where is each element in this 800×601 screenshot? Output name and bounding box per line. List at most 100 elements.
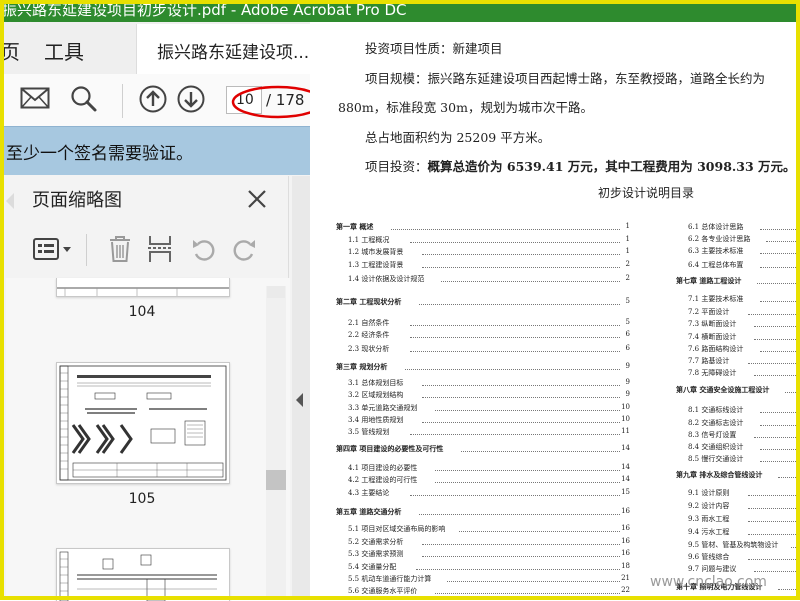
toc-section-row[interactable]: 2.1 自然条件 5 [348, 318, 630, 328]
toc-section-row[interactable]: 6.1 总体设计思路 [688, 222, 800, 232]
collapse-left-icon[interactable] [296, 393, 303, 407]
toc-section-row[interactable]: 1.3 工程建设背景 2 [348, 260, 630, 270]
toc-section-row[interactable]: 1.2 城市发展背景 1 [348, 247, 630, 257]
toc-section-row[interactable]: 1.1 工程概况 1 [348, 235, 630, 245]
scrollbar-thumb[interactable] [266, 470, 286, 490]
close-panel-icon[interactable] [246, 188, 268, 210]
toc-page: 21 [621, 574, 630, 582]
doc-paragraph-1: 投资项目性质：新建项目 [365, 41, 503, 56]
toc-section-row[interactable]: 8.4 交通组织设计 [688, 442, 800, 452]
insert-pages-icon[interactable] [146, 234, 174, 264]
toc-chapter-row[interactable]: 第二章 工程现状分析 5 [336, 297, 630, 307]
toc-section-row[interactable]: 9.4 污水工程 [688, 527, 800, 537]
toc-label: 3.4 用地性质规划 [348, 416, 404, 424]
toc-section-row[interactable]: 9.6 管线综合 [688, 552, 800, 562]
toc-section-row[interactable]: 8.1 交通标线设计 [688, 405, 800, 415]
toc-section-row[interactable]: 5.5 机动车道通行能力计算 21 [348, 574, 630, 584]
toc-leader [434, 409, 620, 411]
toc-section-row[interactable]: 6.2 各专业设计思路 [688, 234, 800, 244]
toc-section-row[interactable]: 5.1 项目对区域交通布局的影响 16 [348, 524, 630, 534]
toc-section-row[interactable]: 4.2 工程建设的可行性 14 [348, 475, 630, 485]
toc-section-row[interactable]: 8.3 信号灯设置 [688, 430, 800, 440]
toc-section-row[interactable]: 9.1 设计原则 [688, 488, 800, 498]
toc-chapter-row[interactable]: 第八章 交通安全设施工程设计 [676, 385, 800, 395]
thumbnail-scrollbar[interactable] [266, 286, 286, 600]
toc-label: 7.6 路面结构设计 [688, 345, 744, 353]
toc-chapter-row[interactable]: 第四章 项目建设的必要性及可行性 14 [336, 444, 630, 454]
toc-page: 9 [625, 362, 630, 370]
toc-section-row[interactable]: 5.6 交通服务水平评价 22 [348, 586, 630, 596]
toc-section-row[interactable]: 4.1 项目建设的必要性 14 [348, 463, 630, 473]
toc-section-row[interactable]: 1.4 设计依据及设计规范 2 [348, 274, 630, 284]
toc-section-row[interactable]: 7.2 平面设计 [688, 307, 800, 317]
tab-tools[interactable]: 工具 [44, 36, 84, 65]
tab-home[interactable]: 页 [0, 36, 20, 65]
toc-section-row[interactable]: 8.2 交通标志设计 [688, 418, 800, 428]
doc-paragraph-4: 项目投资：概算总造价为 6539.41 万元，其中工程费用为 3098.33 万… [365, 156, 796, 175]
toc-section-row[interactable]: 9.5 管材、管基及构筑物设计 [688, 540, 800, 550]
toc-leader [754, 436, 798, 438]
toc-section-row[interactable]: 4.3 主要结论 15 [348, 488, 630, 498]
toc-section-row[interactable]: 7.8 无障碍设计 [688, 368, 800, 378]
rotate-right-icon[interactable] [230, 236, 258, 264]
toc-section-row[interactable]: 3.3 单元道路交通规划 10 [348, 403, 630, 413]
toc-label: 3.5 管线规划 [348, 428, 390, 436]
thumbnail-106[interactable] [56, 548, 230, 601]
previous-page-icon[interactable] [138, 84, 168, 114]
toc-label: 9.5 管材、管基及构筑物设计 [688, 541, 779, 549]
page-label-104: 104 [128, 304, 156, 320]
toc-label: 1.2 城市发展背景 [348, 248, 404, 256]
scroll-up-arrow[interactable] [267, 286, 285, 298]
toc-section-row[interactable]: 5.4 交通量分配 18 [348, 562, 630, 572]
toc-page: 2 [625, 274, 630, 282]
toc-section-row[interactable]: 8.5 慢行交通设计 [688, 454, 800, 464]
toc-label: 7.7 路基设计 [688, 357, 730, 365]
toc-chapter-row[interactable]: 第九章 排水及综合管线设计 [676, 470, 800, 480]
delete-icon[interactable] [106, 234, 134, 264]
toc-chapter-row[interactable]: 第七章 道路工程设计 [676, 276, 800, 286]
toc-section-row[interactable]: 2.3 现状分析 6 [348, 344, 630, 354]
search-icon[interactable] [70, 85, 98, 113]
toc-section-row[interactable]: 7.3 纵断面设计 [688, 319, 800, 329]
toc-leader [747, 533, 798, 535]
panel-collapse-bar[interactable] [292, 176, 310, 600]
next-page-icon[interactable] [176, 84, 206, 114]
toc-label: 第四章 项目建设的必要性及可行性 [336, 444, 444, 453]
toc-label: 8.5 慢行交通设计 [688, 455, 744, 463]
toc-section-row[interactable]: 6.4 工程总体布置 [688, 260, 800, 270]
toc-section-row[interactable]: 9.2 设计内容 [688, 501, 800, 511]
toc-section-row[interactable]: 3.4 用地性质规划 10 [348, 415, 630, 425]
toc-section-row[interactable]: 7.6 路面结构设计 [688, 344, 800, 354]
toc-leader [440, 280, 620, 282]
toc-leader [760, 448, 798, 450]
toc-label: 5.4 交通量分配 [348, 563, 397, 571]
toc-chapter-row[interactable]: 第一章 概述 1 [336, 222, 630, 232]
toc-leader [405, 368, 620, 370]
toc-section-row[interactable]: 3.2 区域规划结构 9 [348, 390, 630, 400]
email-icon[interactable] [20, 86, 50, 110]
rotate-left-icon[interactable] [190, 236, 218, 264]
toc-section-row[interactable]: 9.3 雨水工程 [688, 514, 800, 524]
toc-section-row[interactable]: 5.2 交通需求分析 16 [348, 537, 630, 547]
toc-section-row[interactable]: 7.4 横断面设计 [688, 332, 800, 342]
toc-leader [419, 303, 620, 305]
toc-label: 2.1 自然条件 [348, 319, 390, 327]
toc-section-row[interactable]: 6.3 主要技术标准 [688, 246, 800, 256]
toc-leader [747, 520, 798, 522]
toc-section-row[interactable]: 3.5 管线规划 11 [348, 427, 630, 437]
options-menu-icon[interactable] [32, 236, 74, 264]
toc-section-row[interactable]: 3.1 总体规划目标 9 [348, 378, 630, 388]
toc-section-row[interactable]: 5.3 交通需求预测 16 [348, 549, 630, 559]
toc-right-column: 6.1 总体设计思路 6.2 各专业设计思路 6.3 主要技术标准 6.4 工程总体布… [676, 222, 800, 598]
thumbnail-105[interactable] [56, 362, 230, 484]
toc-chapter-row[interactable]: 第五章 道路交通分析 16 [336, 507, 630, 517]
toc-section-row[interactable]: 9.7 问题与建议 [688, 564, 800, 574]
toc-leader [434, 592, 620, 594]
toc-section-row[interactable]: 2.2 经济条件 6 [348, 330, 630, 340]
thumbnail-104[interactable] [56, 278, 230, 297]
toc-section-row[interactable]: 7.1 主要技术标准 [688, 294, 800, 304]
toc-chapter-row[interactable]: 第三章 规划分析 9 [336, 362, 630, 372]
toc-leader [757, 282, 798, 284]
toc-section-row[interactable]: 7.7 路基设计 [688, 356, 800, 366]
tab-document[interactable]: 振兴路东延建设项... ✕ [136, 24, 337, 74]
